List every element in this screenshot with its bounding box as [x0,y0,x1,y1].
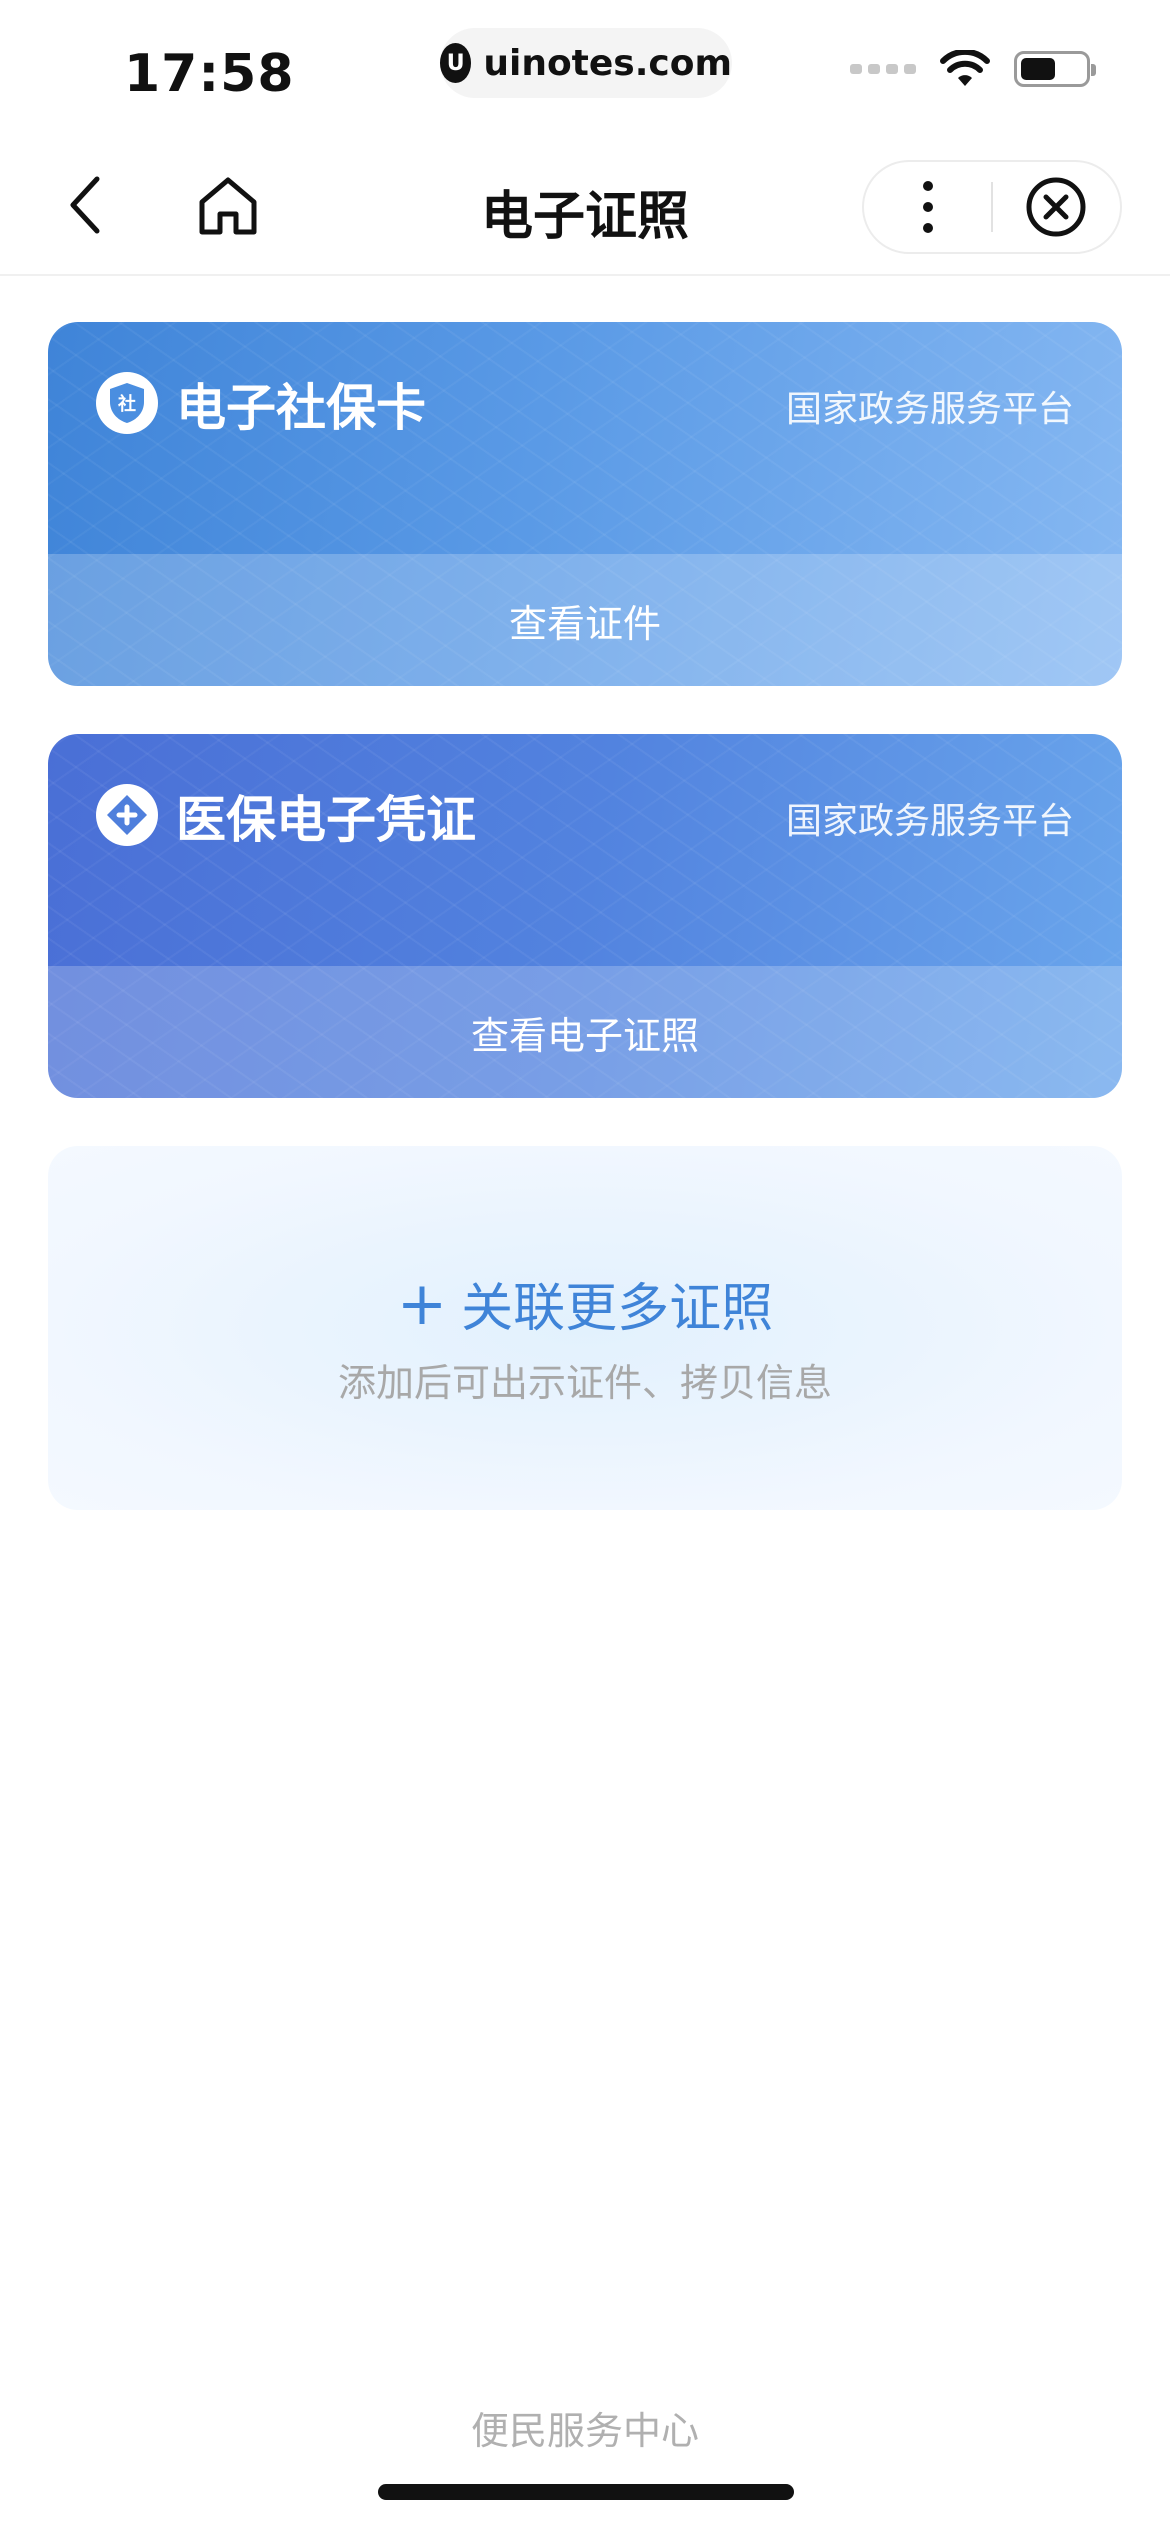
add-title-row: + 关联更多证照 [48,1266,1122,1341]
card-action-label: 查看证件 [508,601,661,646]
card-issuer: 国家政务服务平台 [785,389,1074,430]
more-vertical-icon [922,181,933,233]
card-issuer: 国家政务服务平台 [785,801,1074,842]
close-circle-icon [1026,177,1086,237]
cellular-signal-icon [850,64,916,74]
view-e-certificate-button[interactable]: 查看电子证照 [48,966,1122,1098]
social-security-icon: 社 [96,372,158,434]
close-button[interactable] [993,162,1120,252]
social-security-card[interactable]: 社 电子社保卡 国家政务服务平台 查看证件 [48,322,1122,686]
nav-bar: 电子证照 [0,140,1170,276]
medical-insurance-card[interactable]: 医保电子凭证 国家政务服务平台 查看电子证照 [48,734,1122,1098]
add-more-title: 关联更多证照 [461,1279,774,1339]
card-title: 医保电子凭证 [176,791,476,849]
status-indicators [850,50,1096,88]
mini-program-capsule [862,160,1122,254]
add-more-subtitle: 添加后可出示证件、拷贝信息 [337,1361,832,1405]
status-bar: 17:58 U uinotes.com [0,0,1170,140]
status-time: 17:58 [124,44,295,104]
url-text: uinotes.com [483,42,732,84]
card-action-label: 查看电子证照 [470,1013,699,1058]
svg-text:社: 社 [118,393,136,415]
site-logo-icon: U [440,43,472,83]
medical-insurance-icon [96,784,158,846]
battery-icon [1014,51,1096,87]
card-title: 电子社保卡 [176,379,426,437]
home-indicator [378,2484,794,2500]
page: 17:58 U uinotes.com 电子证照 社 电子社保卡 国家政务服务平… [0,0,1170,2532]
view-certificate-button[interactable]: 查看证件 [48,554,1122,686]
service-center-link[interactable]: 便民服务中心 [0,2400,1170,2455]
more-button[interactable] [864,162,991,252]
plus-icon: + [396,1268,448,1339]
wifi-icon [940,50,990,88]
add-more-certificates-button[interactable]: + 关联更多证照 添加后可出示证件、拷贝信息 [48,1146,1122,1510]
url-pill[interactable]: U uinotes.com [440,28,732,98]
